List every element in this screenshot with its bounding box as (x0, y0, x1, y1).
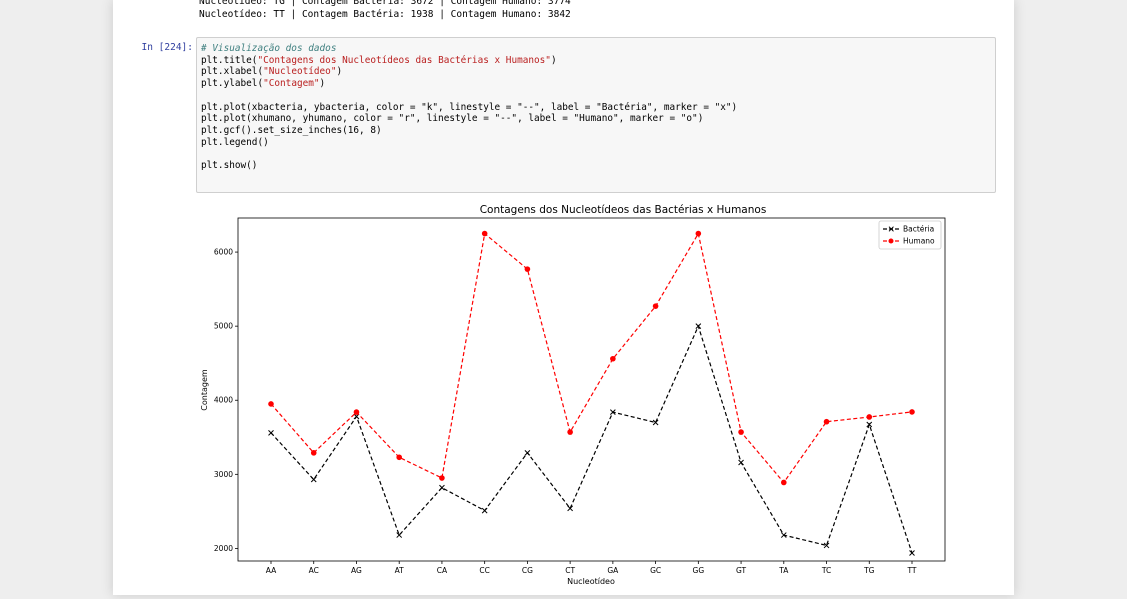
y-axis-label: Contagem (200, 369, 209, 411)
data-point-humano (567, 429, 573, 435)
previous-cell-output: Nucleotídeo: TG | Contagem Bactéria: 367… (199, 0, 989, 21)
y-axis-ticks: 2000 3000 4000 5000 6000 (214, 248, 238, 553)
x-tick-label: AT (395, 566, 405, 575)
cell-output-area: Contagens dos Nucleotídeos das Bactérias… (196, 200, 996, 595)
code-cell-editor[interactable]: # Visualização dos dados plt.title("Cont… (196, 37, 996, 193)
x-tick-label: GA (607, 566, 619, 575)
code-ylabel-call: plt.ylabel("Contagem") (201, 78, 326, 90)
x-tick-label: CT (565, 566, 575, 575)
x-tick-label: CC (479, 566, 489, 575)
y-tick-label: 2000 (214, 544, 233, 553)
chart-legend: Bactéria Humano (878, 220, 942, 250)
x-tick-label: AG (351, 566, 362, 575)
plot-area-frame (237, 217, 946, 562)
x-tick-label: AA (266, 566, 277, 575)
code-gcf: plt.gcf().set_size_inches(16, 8) (201, 124, 382, 136)
notebook-container: Nucleotídeo: TG | Contagem Bactéria: 367… (113, 0, 1014, 595)
x-tick-label: GC (650, 566, 661, 575)
x-tick-label: TG (863, 566, 875, 575)
x-tick-label: GT (736, 566, 747, 575)
code-comment: # Visualização dos dados (201, 43, 337, 54)
code-plot-bacteria: plt.plot(xbacteria, ybacteria, color = "… (201, 101, 738, 113)
data-point-humano (823, 418, 830, 425)
code-xlabel-call: plt.xlabel("Nucleotídeo") (201, 66, 343, 78)
x-axis-label: Nucleotídeo (567, 577, 615, 586)
x-tick-label: CA (437, 566, 448, 575)
code-legend: plt.legend() (201, 136, 269, 148)
data-point-humano (353, 409, 360, 415)
data-point-humano (652, 303, 659, 309)
data-point-humano (781, 479, 787, 486)
output-line-1: Nucleotídeo: TG | Contagem Bactéria: 367… (199, 0, 571, 7)
x-tick-label: AC (309, 566, 319, 575)
data-point-humano (481, 230, 488, 237)
input-prompt: In [224]: (141, 42, 193, 53)
x-tick-label: TA (778, 566, 789, 575)
data-point-humano (866, 414, 873, 420)
data-point-humano (524, 266, 531, 272)
x-tick-label: GG (693, 566, 705, 575)
y-tick-label: 6000 (214, 248, 233, 257)
data-point-humano (439, 475, 445, 481)
x-tick-label: CG (522, 566, 533, 575)
data-point-humano (268, 401, 274, 407)
output-line-2: Nucleotídeo: TT | Contagem Bactéria: 193… (199, 9, 571, 20)
data-point-humano (738, 429, 744, 435)
y-tick-label: 5000 (214, 322, 233, 331)
code-title-call: plt.title("Contagens dos Nucleotídeos da… (201, 54, 557, 66)
chart-title: Contagens dos Nucleotídeos das Bactérias… (480, 204, 767, 216)
data-point-humano (396, 454, 402, 461)
data-point-humano (610, 355, 616, 362)
data-point-humano (310, 450, 317, 456)
x-tick-label: TC (821, 566, 831, 575)
legend-marker-circle (888, 238, 894, 244)
x-tick-label: TT (906, 566, 916, 575)
code-show: plt.show() (201, 160, 258, 172)
code-text[interactable]: # Visualização dos dados plt.title("Cont… (201, 43, 737, 172)
data-point-humano (909, 409, 915, 415)
legend-label: Bactéria (903, 225, 934, 234)
y-tick-label: 4000 (214, 396, 233, 405)
legend-label: Humano (903, 237, 935, 246)
data-point-humano (695, 230, 702, 237)
y-tick-label: 3000 (214, 470, 233, 479)
x-axis-ticks: AA AC AG AT CA CC CG CT GA GC GG GT TA TC TG TT (266, 561, 917, 575)
line-chart: Contagens dos Nucleotídeos das Bactérias… (200, 204, 946, 586)
code-plot-humano: plt.plot(xhumano, yhumano, color = "r", … (201, 113, 704, 125)
